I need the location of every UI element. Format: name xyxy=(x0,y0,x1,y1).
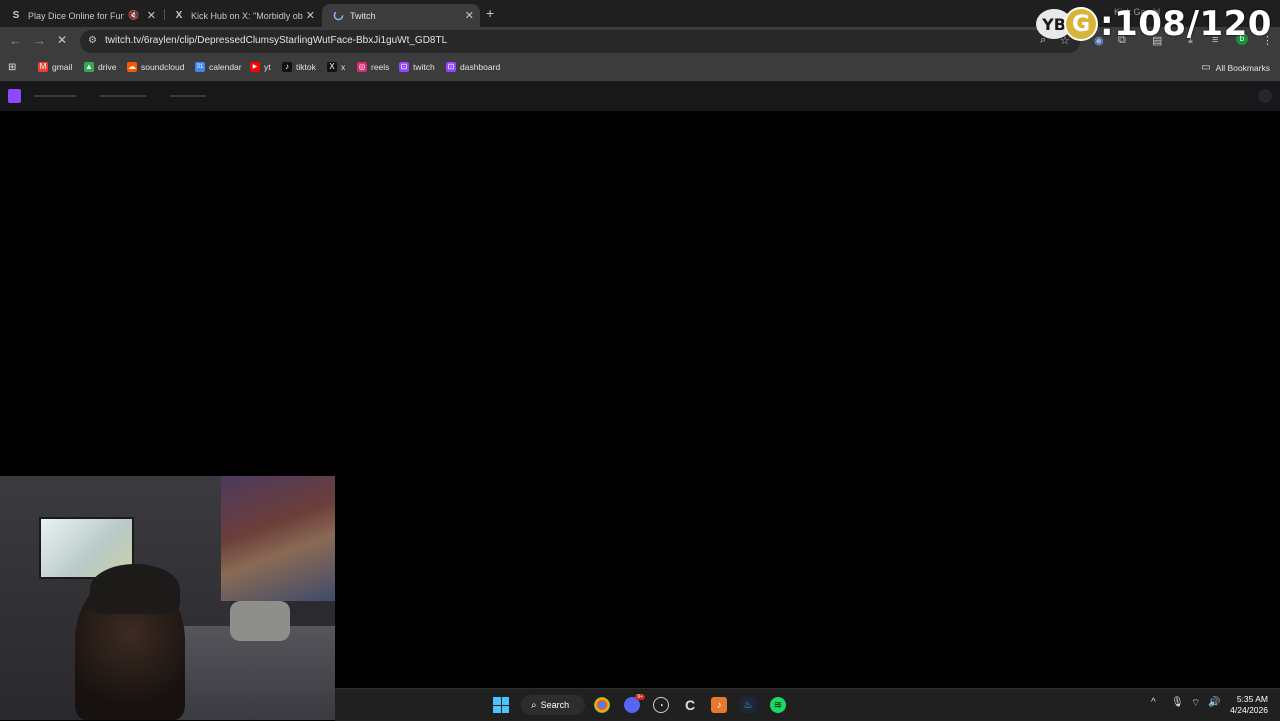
tab-title: Kick Hub on X: "Morbidly obese xyxy=(191,10,303,21)
close-icon[interactable]: ✕ xyxy=(306,9,315,22)
g-logo-icon: G xyxy=(1064,7,1098,41)
bookmark-label: tiktok xyxy=(296,62,316,72)
bookmark-x[interactable]: X x xyxy=(327,62,345,72)
bookmark-soundcloud[interactable]: ☁ soundcloud xyxy=(127,62,184,72)
steam-icon[interactable]: ♨ xyxy=(740,697,756,713)
instagram-icon: ◎ xyxy=(357,62,367,72)
gmail-icon: M xyxy=(38,62,48,72)
stream-counter-overlay: YB G :108/120 xyxy=(1036,4,1272,44)
muted-icon[interactable]: 🔇 xyxy=(128,10,139,21)
system-clock[interactable]: 5:35 AM 4/24/2026 xyxy=(1230,694,1268,716)
x-logo-icon: X xyxy=(327,62,337,72)
webcam-pillow xyxy=(230,601,290,641)
folder-icon: ▭ xyxy=(1201,62,1211,73)
webcam-streamer-hat xyxy=(90,564,180,614)
chrome-icon[interactable] xyxy=(594,697,610,713)
fl-studio-icon[interactable]: ♪ xyxy=(711,697,727,713)
youtube-icon: ▶ xyxy=(250,62,260,72)
clock-date: 4/24/2026 xyxy=(1230,705,1268,715)
tab-dice[interactable]: S Play Dice Online for Fun & 🔇 ✕ xyxy=(0,4,162,27)
tab-title: Play Dice Online for Fun & xyxy=(28,10,124,21)
windows-taskbar: ⌕ Search 9+ ◔ C ♪ ♨ ≋ ^ 🎙 ⌔ 🔊 5:35 AM 4/… xyxy=(335,688,1280,721)
search-label: Search xyxy=(540,700,570,710)
forward-arrow-icon[interactable]: → xyxy=(33,33,46,48)
bookmark-tiktok[interactable]: ♪ tiktok xyxy=(282,62,316,72)
webcam-feed xyxy=(0,476,335,720)
tab-kick-hub[interactable]: X Kick Hub on X: "Morbidly obese ✕ xyxy=(163,4,321,27)
address-bar[interactable]: ⚙ twitch.tv/6raylen/clip/DepressedClumsy… xyxy=(80,30,1080,53)
nav-skeleton-more xyxy=(170,95,206,97)
clip-player-area xyxy=(0,111,1280,476)
volume-icon[interactable]: 🔊 xyxy=(1208,697,1220,708)
bookmark-drive[interactable]: ▲ drive xyxy=(84,62,116,72)
bookmark-label: twitch xyxy=(413,62,435,72)
bookmarks-bar: ⊞ M gmail ▲ drive ☁ soundcloud 31 calend… xyxy=(0,56,1280,82)
search-icon: ⌕ xyxy=(531,699,537,711)
counter-text: :108/120 xyxy=(1100,4,1272,44)
bookmark-dashboard[interactable]: ⊡ dashboard xyxy=(446,62,500,72)
bookmark-reels[interactable]: ◎ reels xyxy=(357,62,389,72)
tab-twitch[interactable]: Twitch ✕ xyxy=(322,4,480,27)
bookmark-label: dashboard xyxy=(460,62,501,72)
capcut-icon[interactable]: C xyxy=(682,697,698,713)
bookmark-label: drive xyxy=(98,62,117,72)
twitch-icon: ⊡ xyxy=(446,62,456,72)
drive-icon: ▲ xyxy=(84,62,94,72)
bookmark-gmail[interactable]: M gmail xyxy=(38,62,72,72)
nav-skeleton-following xyxy=(34,95,76,97)
bookmark-label: reels xyxy=(371,62,390,72)
windows-start-icon[interactable] xyxy=(493,697,509,713)
nav-skeleton-browse xyxy=(100,95,146,97)
new-tab-button[interactable]: + xyxy=(486,5,494,21)
back-arrow-icon[interactable]: ← xyxy=(9,33,22,48)
bookmark-twitch[interactable]: ⊡ twitch xyxy=(399,62,435,72)
webcam-tapestry xyxy=(221,476,335,601)
twitch-top-nav xyxy=(0,81,1280,111)
url-text[interactable]: twitch.tv/6raylen/clip/DepressedClumsySt… xyxy=(105,35,447,46)
taskbar-search-button[interactable]: ⌕ Search xyxy=(521,695,585,715)
obs-icon[interactable]: ◔ xyxy=(653,697,669,713)
close-icon[interactable]: ✕ xyxy=(147,9,156,22)
all-bookmarks-button[interactable]: ▭ All Bookmarks xyxy=(1201,62,1270,73)
microphone-icon[interactable]: 🎙 xyxy=(1171,697,1184,708)
bookmark-label: yt xyxy=(264,62,271,72)
wifi-icon[interactable]: ⌔ xyxy=(1191,697,1200,710)
apps-grid-icon[interactable]: ⊞ xyxy=(8,62,16,73)
discord-icon[interactable]: 9+ xyxy=(624,694,645,713)
x-logo-icon: X xyxy=(175,10,183,21)
bookmark-calendar[interactable]: 31 calendar xyxy=(195,62,242,72)
show-hidden-icons-chevron-icon[interactable]: ^ xyxy=(1151,697,1156,708)
bookmark-yt[interactable]: ▶ yt xyxy=(250,62,271,72)
bookmark-label: gmail xyxy=(52,62,73,72)
bookmark-label: soundcloud xyxy=(141,62,185,72)
twitch-icon: ⊡ xyxy=(399,62,409,72)
calendar-icon: 31 xyxy=(195,62,205,72)
avatar-skeleton xyxy=(1258,89,1272,103)
tab-title: Twitch xyxy=(350,10,376,21)
notification-badge: 9+ xyxy=(635,694,645,700)
bookmark-label: calendar xyxy=(209,62,242,72)
twitch-logo-icon[interactable] xyxy=(8,89,21,103)
bookmark-label: x xyxy=(341,62,346,72)
dice-site-icon: S xyxy=(12,10,20,21)
spotify-icon[interactable]: ≋ xyxy=(770,697,786,713)
loading-spinner-icon xyxy=(332,10,344,22)
clock-time: 5:35 AM xyxy=(1236,694,1268,704)
tiktok-icon: ♪ xyxy=(282,62,292,72)
site-info-icon[interactable]: ⚙ xyxy=(88,35,97,46)
soundcloud-icon: ☁ xyxy=(127,62,137,72)
close-icon[interactable]: ✕ xyxy=(465,9,474,22)
all-bookmarks-label: All Bookmarks xyxy=(1215,62,1270,73)
stop-loading-icon[interactable]: ✕ xyxy=(57,33,67,47)
